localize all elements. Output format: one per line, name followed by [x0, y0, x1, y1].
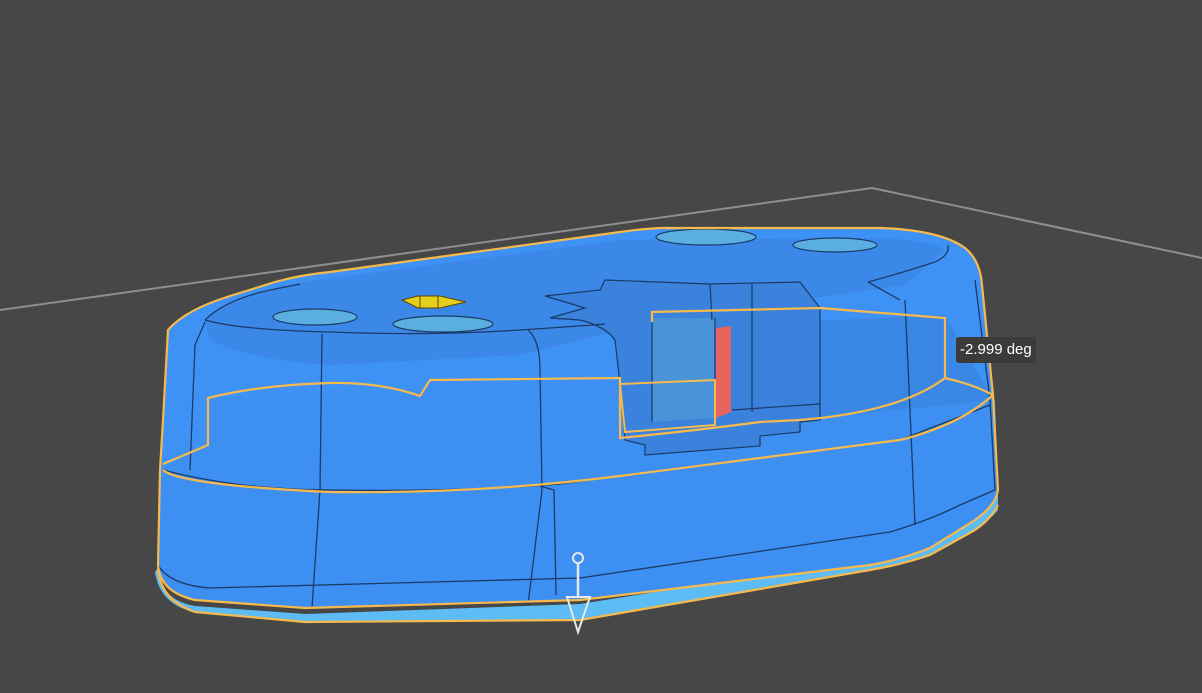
hole-2 [392, 315, 494, 333]
3d-viewport[interactable]: -2.999 deg [0, 0, 1202, 693]
rotation-angle-readout: -2.999 deg [956, 337, 1036, 363]
highlighted-face [716, 326, 731, 418]
hole-4 [792, 237, 878, 253]
hole-3 [655, 228, 757, 246]
hole-1 [272, 308, 358, 326]
part-body[interactable] [158, 228, 998, 608]
